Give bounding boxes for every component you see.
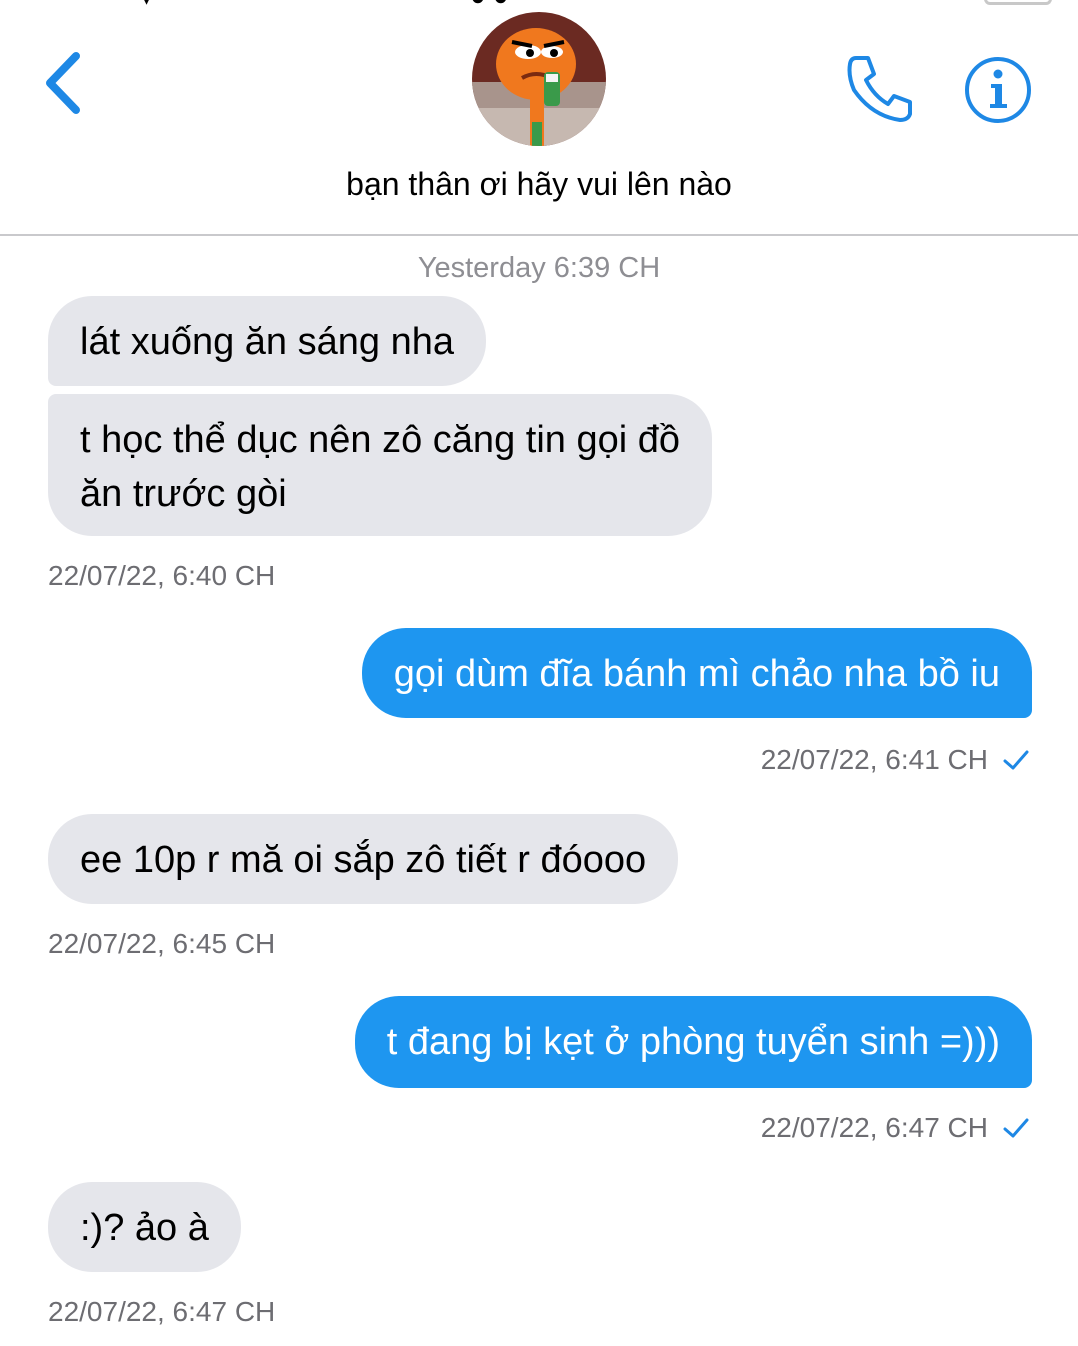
message-timestamp: 22/07/22, 6:45 CH <box>48 928 276 959</box>
message-bubble-incoming[interactable]: ee 10p r mă oi sắp zô tiết r đóooo <box>48 814 679 904</box>
message-text: t đang bị kẹt ở phòng tuyển sinh =))) <box>386 1021 1000 1063</box>
message-timestamp: 22/07/22, 6:47 CH <box>760 1112 988 1143</box>
message-bubble-incoming[interactable]: t học thể dục nên zô căng tin gọi đồ ăn … <box>48 394 712 536</box>
message-bubble-incoming[interactable]: :)? ảo à <box>48 1182 241 1272</box>
message-timestamp: 22/07/22, 6:41 CH <box>760 744 988 775</box>
message-text: lát xuống ăn sáng nha <box>80 321 454 363</box>
chevron-left-icon <box>46 52 80 114</box>
info-icon <box>965 57 1031 123</box>
day-divider: Yesterday 6:39 CH <box>417 252 661 284</box>
message-text: ee 10p r mă oi sắp zô tiết r đóooo <box>80 839 647 881</box>
phone-icon <box>847 56 912 122</box>
avatar-image <box>472 12 606 146</box>
message-text: :)? ảo à <box>80 1207 209 1249</box>
message-timestamp: 22/07/22, 6:47 CH <box>48 1296 276 1327</box>
message-bubble-outgoing[interactable]: t đang bị kẹt ở phòng tuyển sinh =))) <box>354 996 1032 1088</box>
call-button[interactable] <box>842 50 918 126</box>
chat-screen: ▾ ● ● <box>0 0 1078 1346</box>
back-button[interactable] <box>40 50 90 116</box>
message-text-line: t học thể dục nên zô căng tin gọi đồ <box>80 419 680 461</box>
message-text: gọi dùm đĩa bánh mì chảo nha bồ iu <box>393 653 1000 695</box>
message-status-row: 22/07/22, 6:41 CH <box>761 744 1030 776</box>
message-bubble-outgoing[interactable]: gọi dùm đĩa bánh mì chảo nha bồ iu <box>361 628 1032 718</box>
message-status-row: 22/07/22, 6:47 CH <box>761 1112 1030 1144</box>
contact-name[interactable]: bạn thân ơi hãy vui lên nào <box>0 166 1078 203</box>
message-bubble-incoming[interactable]: lát xuống ăn sáng nha <box>48 296 486 386</box>
checkmark-icon <box>1003 1118 1029 1138</box>
message-timestamp: 22/07/22, 6:40 CH <box>48 560 276 591</box>
info-button[interactable] <box>962 54 1034 126</box>
message-text-line: ăn trước gòi <box>80 473 287 515</box>
chat-header: bạn thân ơi hãy vui lên nào <box>0 0 1078 236</box>
contact-avatar[interactable] <box>472 12 606 146</box>
checkmark-icon <box>1003 750 1029 770</box>
